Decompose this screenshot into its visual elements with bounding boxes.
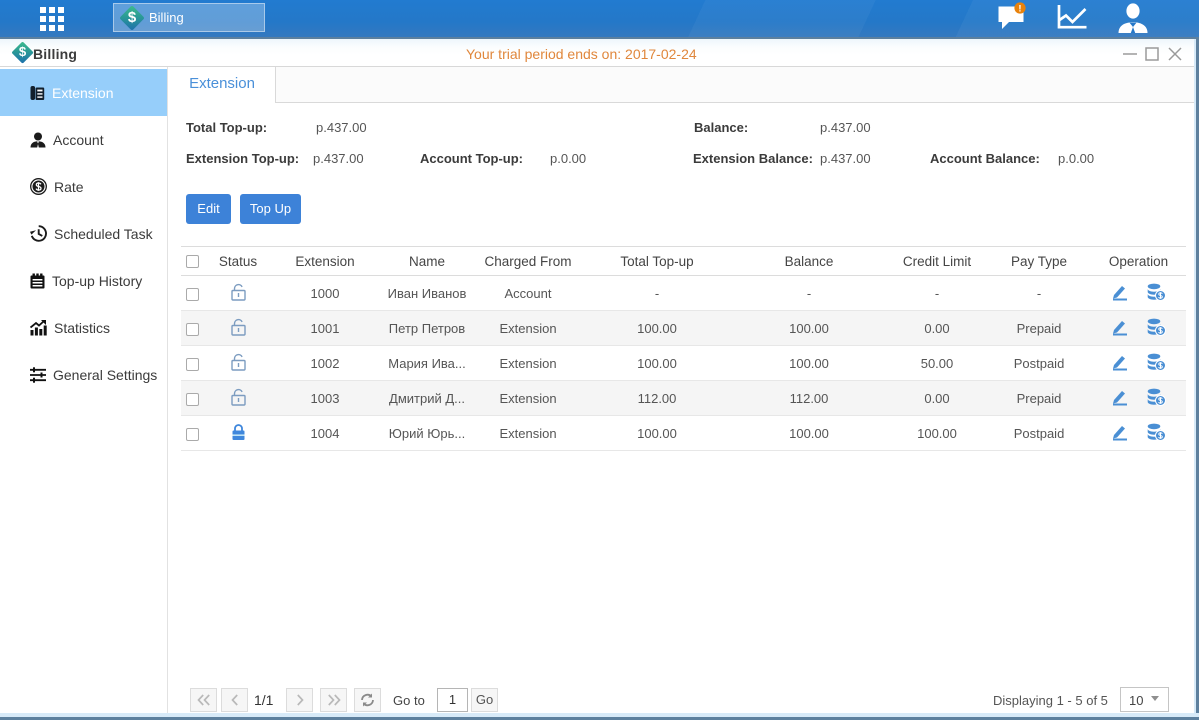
svg-text:!: ! [1018,3,1021,14]
